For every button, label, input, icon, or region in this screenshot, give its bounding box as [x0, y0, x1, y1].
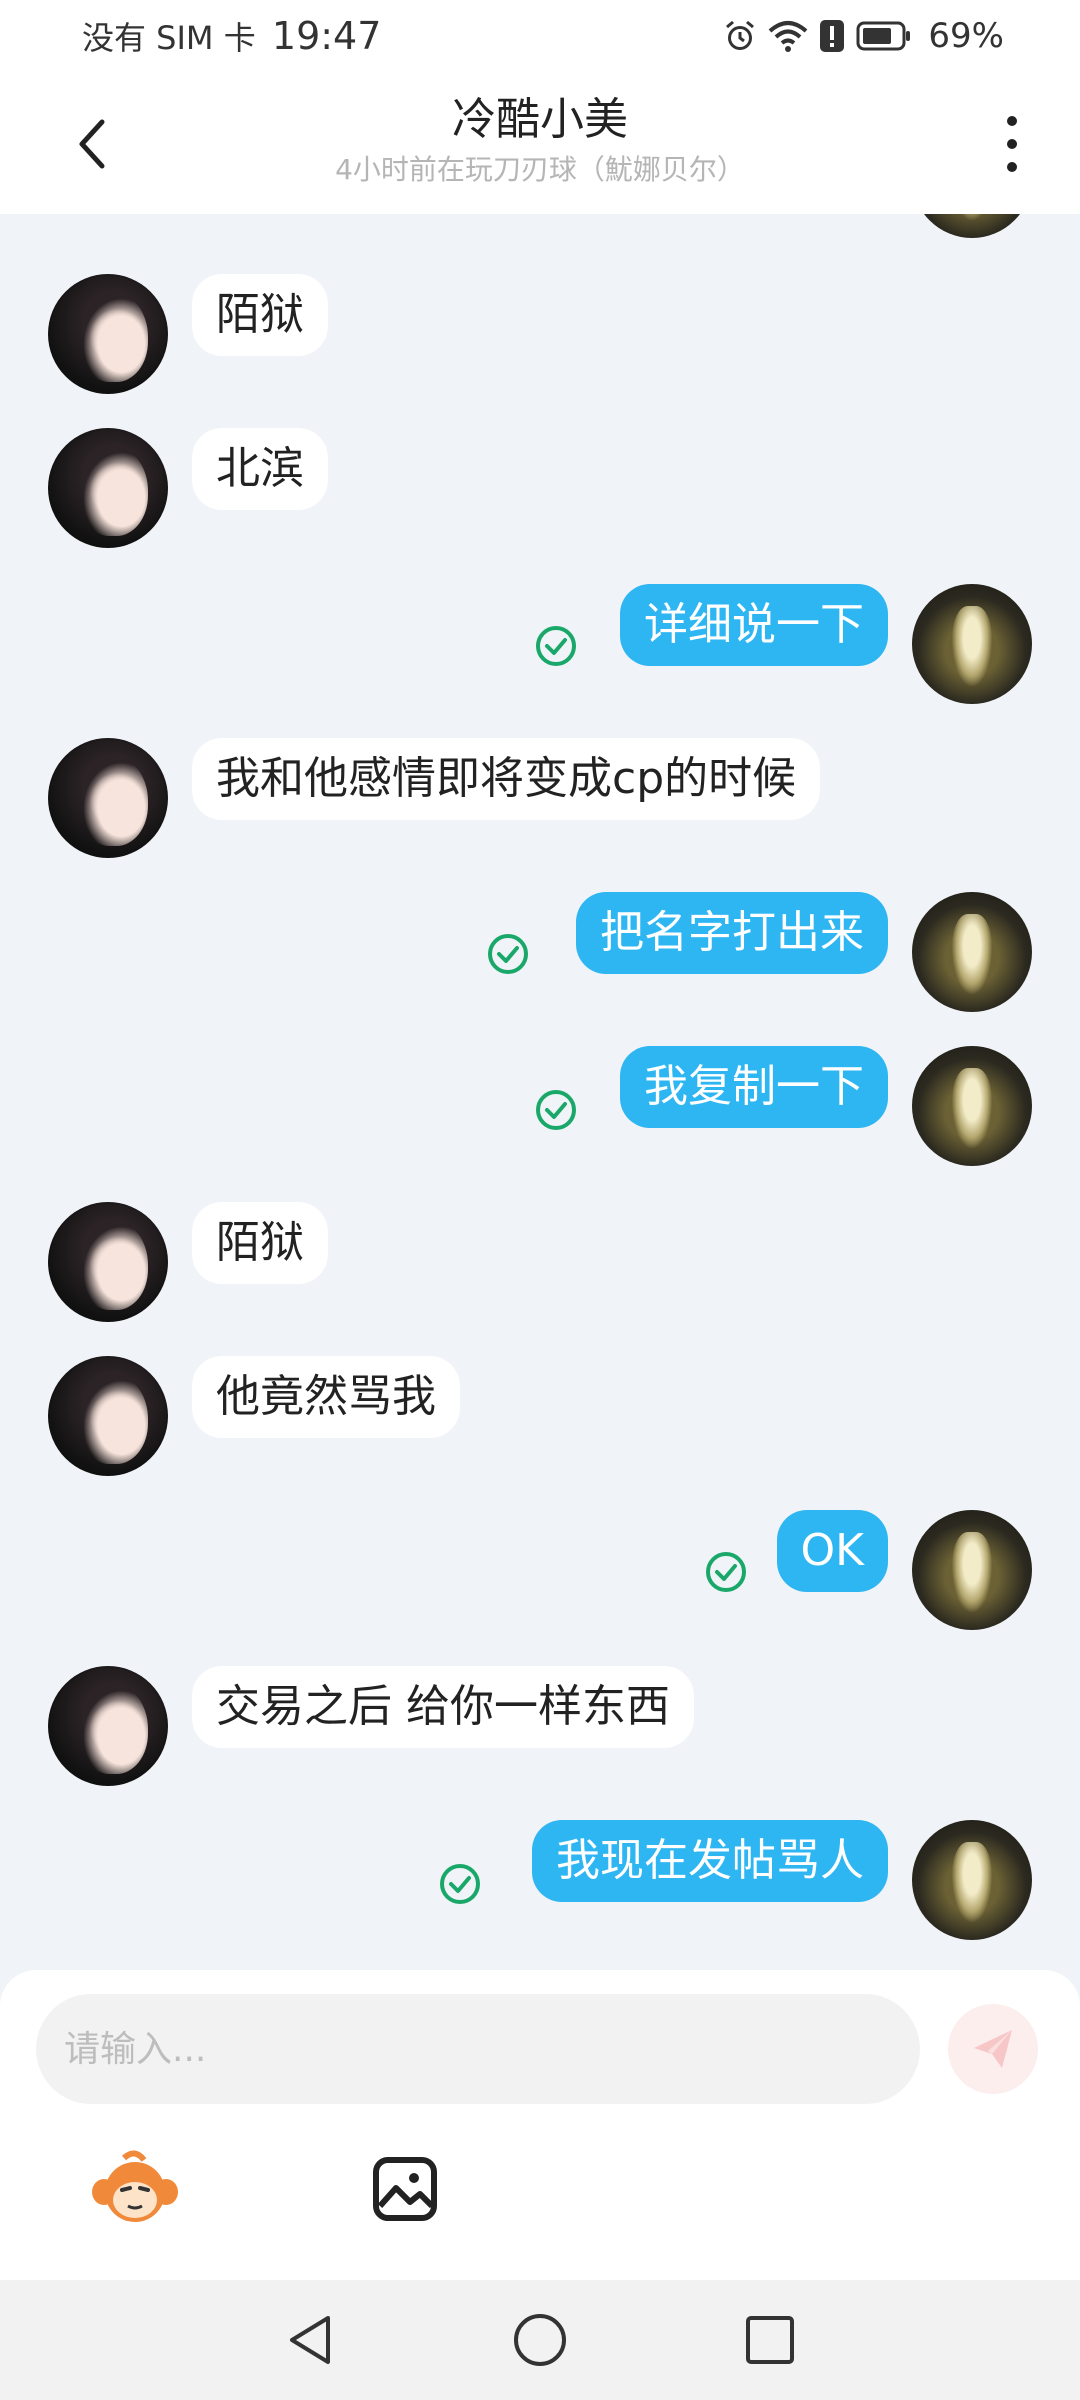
contact-avatar[interactable] [48, 1666, 168, 1786]
outgoing-message[interactable]: 我现在发帖骂人 [532, 1820, 888, 1902]
incoming-message[interactable]: 陌狱 [192, 1202, 328, 1284]
message-input[interactable] [36, 1994, 920, 2104]
send-icon [974, 2030, 1012, 2068]
more-dot [1007, 162, 1017, 172]
battery-percent: 69% [928, 16, 1004, 56]
check-circle-icon [706, 1552, 746, 1592]
carrier-text: 没有 SIM 卡 [82, 19, 256, 57]
my-avatar[interactable] [912, 892, 1032, 1012]
monkey-emoji-icon [92, 2150, 178, 2222]
incoming-message[interactable]: 北滨 [192, 428, 328, 510]
incoming-message[interactable]: 我和他感情即将变成cp的时候 [192, 738, 821, 820]
my-avatar[interactable] [912, 1510, 1032, 1630]
nav-home-icon[interactable] [510, 2310, 570, 2370]
incoming-message[interactable]: 陌狱 [192, 274, 328, 356]
more-options-button[interactable] [992, 116, 1032, 172]
contact-avatar[interactable] [48, 738, 168, 858]
outgoing-message[interactable]: 详细说一下 [620, 584, 888, 666]
message-composer [0, 1970, 1080, 2280]
nav-back-icon[interactable] [280, 2310, 340, 2370]
check-circle-icon [536, 626, 576, 666]
nav-recent-icon[interactable] [740, 2310, 800, 2370]
outgoing-message[interactable]: OK [776, 1510, 888, 1592]
send-button[interactable] [948, 2004, 1038, 2094]
emoji-button[interactable] [90, 2150, 180, 2230]
back-button[interactable] [60, 112, 124, 176]
contact-avatar[interactable] [48, 428, 168, 548]
status-icons: 69% [722, 14, 1004, 58]
alarm-icon [726, 20, 755, 50]
more-vertical-icon [1007, 116, 1017, 126]
clock-time: 19:47 [271, 14, 382, 58]
check-circle-icon [440, 1864, 480, 1904]
contact-avatar[interactable] [48, 274, 168, 394]
chevron-left-icon [79, 119, 105, 169]
wifi-icon [769, 21, 808, 52]
check-circle-icon [488, 934, 528, 974]
more-dot [1007, 139, 1017, 149]
my-avatar[interactable] [912, 1046, 1032, 1166]
alert-icon [820, 20, 845, 52]
check-circle-icon [536, 1090, 576, 1130]
incoming-message[interactable]: 交易之后 给你一样东西 [192, 1666, 694, 1748]
contact-avatar[interactable] [48, 1356, 168, 1476]
my-avatar[interactable] [912, 1820, 1032, 1940]
chat-header: 冷酷小美 4小时前在玩刀刃球（魷娜贝尔） [0, 72, 1080, 214]
image-icon [373, 2157, 437, 2221]
message-list[interactable]: 陌狱 北滨 详细说一下 我和他感情即将变成cp的时候 把名字打出来 我复制一下 … [0, 214, 1080, 1970]
my-avatar[interactable] [912, 214, 1032, 238]
contact-status: 4小时前在玩刀刃球（魷娜贝尔） [335, 153, 745, 186]
battery-icon [856, 21, 911, 51]
status-bar: 没有 SIM 卡 19:47 69% [0, 0, 1080, 72]
image-button[interactable] [370, 2154, 440, 2224]
contact-name: 冷酷小美 [452, 94, 628, 145]
carrier-time: 没有 SIM 卡 19:47 [82, 14, 381, 60]
system-nav-bar [0, 2280, 1080, 2400]
my-avatar[interactable] [912, 584, 1032, 704]
contact-avatar[interactable] [48, 1202, 168, 1322]
incoming-message[interactable]: 他竟然骂我 [192, 1356, 460, 1438]
outgoing-message[interactable]: 把名字打出来 [576, 892, 888, 974]
outgoing-message[interactable]: 我复制一下 [620, 1046, 888, 1128]
